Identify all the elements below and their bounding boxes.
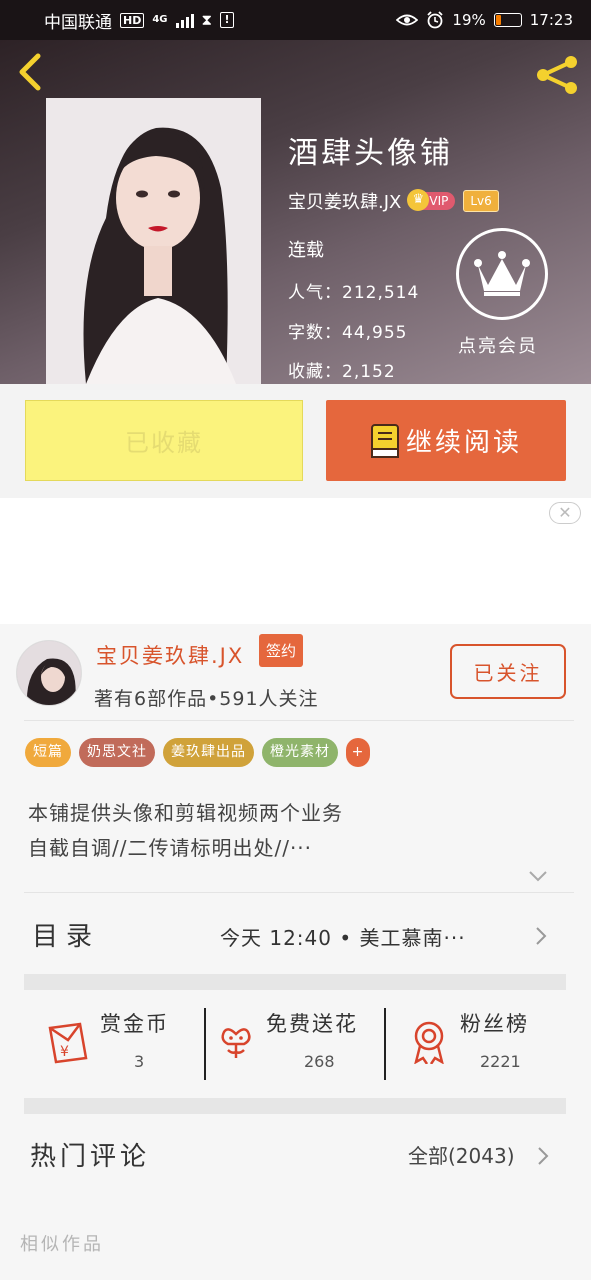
crown-icon: ♛ [407, 189, 430, 211]
popularity-stat: 人气：212,514 [288, 283, 420, 303]
author-meta: 著有6部作品•591人关注 [94, 688, 319, 710]
free-flowers-value: 268 [304, 1052, 335, 1071]
flower-icon [221, 1028, 251, 1058]
table-of-contents-row[interactable]: 目录 今天 12:40 • 美工慕南··· [0, 904, 591, 968]
chevron-right-icon [536, 927, 547, 945]
carrier-label: 中国联通 [44, 12, 112, 33]
fan-ranking-value: 2221 [480, 1052, 521, 1071]
toc-label: 目录 [32, 922, 101, 952]
battery-percent: 19% [452, 11, 486, 29]
author-name[interactable]: 宝贝姜玖肆.JX [288, 188, 401, 214]
reward-coins-label: 赏金币 [100, 1012, 169, 1036]
add-tag-button[interactable]: + [346, 738, 370, 767]
tag-item[interactable]: 姜玖肆出品 [163, 738, 254, 767]
alarm-icon [427, 11, 444, 29]
network-label: 4G [152, 14, 168, 25]
portrait-illustration [46, 98, 261, 384]
favorites-stat: 收藏：2,152 [288, 362, 396, 382]
all-comments-link[interactable]: 全部(2043) [408, 1140, 515, 1169]
member-label[interactable]: 点亮会员 [458, 332, 538, 358]
hot-comments-row[interactable]: 热门评论 全部(2043) [0, 1124, 591, 1186]
tag-item[interactable]: 奶思文社 [79, 738, 155, 767]
stats-row: ¥ 赏金币 3 免费送花 268 粉丝榜 2221 [24, 1004, 566, 1084]
word-count-stat: 字数：44,955 [288, 323, 408, 343]
latest-chapter: 今天 12:40 • 美工慕南··· [220, 926, 466, 950]
hourglass-icon: ⧗ [201, 11, 213, 29]
clock-time: 17:23 [529, 11, 573, 29]
chevron-right-icon [538, 1147, 549, 1165]
chevron-left-icon [19, 53, 41, 91]
crown-icon [474, 251, 530, 296]
section-separator [24, 1098, 566, 1114]
svg-text:¥: ¥ [60, 1044, 69, 1060]
serial-status: 连载 [288, 240, 324, 261]
chevron-down-icon [529, 871, 547, 882]
book-cover-image[interactable] [46, 98, 261, 384]
saved-button[interactable]: 已收藏 [25, 400, 303, 481]
level-badge: Lv6 [463, 190, 499, 212]
close-icon: ✕ [558, 503, 572, 522]
book-description: 本铺提供头像和剪辑视频两个业务 自截自调//二传请标明出处//··· [28, 796, 568, 866]
action-bar: 已收藏 继续阅读 [0, 384, 591, 498]
hot-comments-label: 热门评论 [30, 1142, 151, 1172]
avatar-image [17, 641, 81, 705]
ad-area: ✕ [0, 498, 591, 624]
signed-badge: 签约 [259, 634, 304, 667]
expand-button[interactable] [528, 868, 548, 882]
continue-reading-button[interactable]: 继续阅读 [326, 400, 566, 481]
hd-icon: HD [120, 12, 145, 28]
signal-icon [175, 12, 194, 28]
divider [24, 892, 574, 893]
tag-list: 短篇 奶思文社 姜玖肆出品 橙光素材 + [25, 738, 370, 767]
fan-ranking-cell[interactable]: 粉丝榜 2221 [386, 1004, 566, 1080]
reward-coins-value: 3 [134, 1052, 145, 1071]
member-button[interactable] [456, 228, 548, 320]
author-row: 宝贝姜玖肆.JX ♛ VIP Lv6 [288, 188, 499, 214]
back-button[interactable] [14, 52, 50, 92]
battery-icon [493, 13, 522, 27]
reward-coins-cell[interactable]: ¥ 赏金币 3 [24, 1004, 204, 1080]
fan-ranking-label: 粉丝榜 [460, 1012, 529, 1036]
description-line: 自截自调//二传请标明出处//··· [28, 836, 313, 860]
close-ad-button[interactable]: ✕ [549, 502, 581, 524]
follow-button[interactable]: 已关注 [450, 644, 566, 699]
section-separator [24, 974, 566, 990]
medal-icon [414, 1021, 444, 1064]
book-title: 酒肆头像铺 [288, 136, 453, 171]
divider [24, 720, 574, 721]
status-bar: 中国联通 HD 4G ⧗ ! 19% 17:23 [0, 0, 591, 40]
author-section: 宝贝姜玖肆.JX 签约 著有6部作品•591人关注 已关注 短篇 奶思文社 姜玖… [0, 624, 591, 1280]
tag-item[interactable]: 橙光素材 [262, 738, 338, 767]
eye-icon [396, 14, 419, 26]
author-avatar[interactable] [16, 640, 82, 706]
share-icon [537, 56, 577, 94]
alert-icon: ! [220, 12, 235, 28]
red-envelope-icon: ¥ [48, 1022, 88, 1064]
tag-item[interactable]: 短篇 [25, 738, 71, 767]
similar-works-label: 相似作品 [20, 1234, 104, 1255]
vip-label: VIP [429, 194, 449, 208]
continue-reading-label: 继续阅读 [405, 428, 522, 458]
vip-badge: ♛ VIP [407, 189, 456, 211]
author-name[interactable]: 宝贝姜玖肆.JX [96, 640, 244, 670]
share-button[interactable] [535, 54, 581, 96]
book-header: 酒肆头像铺 宝贝姜玖肆.JX ♛ VIP Lv6 连载 人气：212,514 字… [0, 40, 591, 384]
free-flowers-label: 免费送花 [266, 1012, 358, 1036]
free-flowers-cell[interactable]: 免费送花 268 [206, 1004, 386, 1080]
description-line: 本铺提供头像和剪辑视频两个业务 [28, 801, 343, 825]
book-icon [370, 423, 399, 458]
